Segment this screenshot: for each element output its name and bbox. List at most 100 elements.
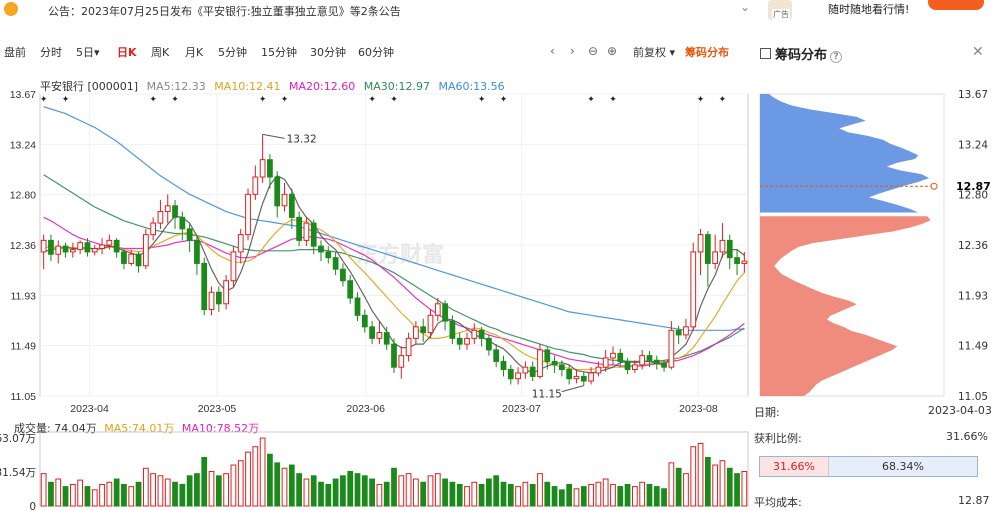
volume-bar: [595, 481, 602, 507]
price-axis-label: 11.05: [11, 391, 37, 403]
candle-body: [405, 337, 412, 357]
event-marker: ✦: [697, 95, 705, 105]
candlestick-chart[interactable]: 13.6713.2412.8012.3611.9311.4911.052023-…: [0, 0, 998, 511]
volume-bar: [354, 473, 361, 507]
volume-bar: [675, 467, 682, 507]
volume-bar: [449, 481, 456, 507]
candle-body: [383, 332, 390, 345]
volume-bar: [507, 483, 514, 507]
candle-body: [646, 355, 653, 361]
volume-bar: [77, 479, 84, 507]
candle-body: [726, 239, 733, 259]
volume-bar: [434, 473, 441, 507]
candle-body: [325, 251, 332, 259]
volume-bar: [639, 481, 646, 507]
volume-bar: [281, 467, 288, 507]
event-marker: ✦: [149, 95, 157, 105]
event-marker: ✦: [171, 95, 179, 105]
volume-bar: [303, 478, 310, 507]
candle-body: [413, 326, 419, 339]
candle-body: [602, 357, 609, 368]
event-marker: ✦: [281, 95, 289, 105]
ma60-line: [43, 106, 745, 331]
candle-body: [617, 352, 624, 362]
candle-body: [84, 242, 91, 253]
chip-axis-label: 12.36: [958, 240, 988, 252]
candle-body: [653, 359, 660, 365]
candle-body: [427, 314, 434, 334]
volume-bar: [369, 478, 375, 507]
volume-bar: [376, 483, 383, 507]
volume-bar: [442, 478, 448, 507]
candle-body: [237, 234, 244, 253]
volume-bar: [712, 464, 719, 507]
volume-bar: [471, 481, 478, 507]
candle-body: [245, 193, 251, 236]
volume-bar: [223, 473, 229, 507]
volume-bar: [544, 481, 551, 507]
candle-body: [595, 366, 602, 374]
volume-bar: [646, 483, 653, 507]
event-marker: ✦: [62, 95, 70, 105]
candle-body: [288, 193, 295, 218]
high-price-annotation: 13.32: [287, 133, 317, 145]
candle-body: [449, 320, 456, 339]
volume-bar: [128, 486, 135, 507]
current-price-label: 12.87: [956, 180, 991, 193]
candle-body: [142, 234, 149, 267]
volume-bar: [383, 481, 390, 507]
candle-body: [99, 244, 105, 249]
date-axis-label: 2023-04: [70, 403, 109, 415]
volume-bar: [653, 486, 660, 507]
volume-bar: [573, 488, 580, 507]
volume-bar: [142, 467, 149, 507]
volume-bar: [405, 473, 412, 507]
volume-bar: [179, 483, 186, 507]
volume-bar: [332, 478, 339, 507]
low-marker-line: [561, 385, 584, 393]
candle-body: [347, 280, 354, 299]
candle-body: [631, 364, 638, 370]
candle-body: [223, 280, 229, 305]
candle-body: [566, 368, 573, 380]
volume-bar: [62, 486, 69, 507]
volume-bar: [194, 473, 200, 507]
candle-body: [48, 239, 54, 255]
volume-bar: [464, 486, 470, 507]
candle-body: [361, 314, 368, 328]
event-marker: ✦: [587, 95, 595, 105]
chip-axis-label: 11.05: [958, 391, 988, 403]
volume-bar: [704, 456, 711, 507]
volume-bar: [135, 481, 142, 507]
candle-body: [91, 247, 98, 253]
candle-body: [704, 234, 711, 264]
volume-bar: [296, 473, 302, 507]
candle-body: [486, 337, 492, 351]
volume-bar: [84, 486, 91, 507]
volume-bar: [340, 475, 346, 507]
volume-bar: [420, 481, 427, 507]
candle-body: [493, 349, 500, 362]
volume-bar: [588, 483, 594, 507]
volume-bar: [208, 470, 215, 507]
candle-body: [230, 251, 237, 282]
candle-body: [303, 222, 310, 241]
candle-body: [172, 205, 178, 218]
event-marker: ✦: [368, 95, 376, 105]
volume-axis-label: 0: [29, 501, 36, 511]
date-axis-label: 2023-08: [679, 403, 718, 415]
date-axis-label: 2023-06: [346, 403, 385, 415]
event-marker: ✦: [390, 95, 398, 105]
candle-body: [668, 329, 675, 368]
candle-body: [719, 239, 726, 253]
event-marker: ✦: [719, 95, 727, 105]
candle-body: [121, 251, 127, 264]
volume-bar: [69, 483, 76, 507]
price-axis-label: 12.36: [10, 240, 36, 252]
candle-body: [186, 228, 193, 241]
candle-body: [340, 268, 346, 282]
volume-bar: [361, 475, 368, 507]
candle-body: [179, 216, 186, 230]
volume-bar: [522, 481, 529, 507]
volume-bar: [668, 462, 675, 507]
